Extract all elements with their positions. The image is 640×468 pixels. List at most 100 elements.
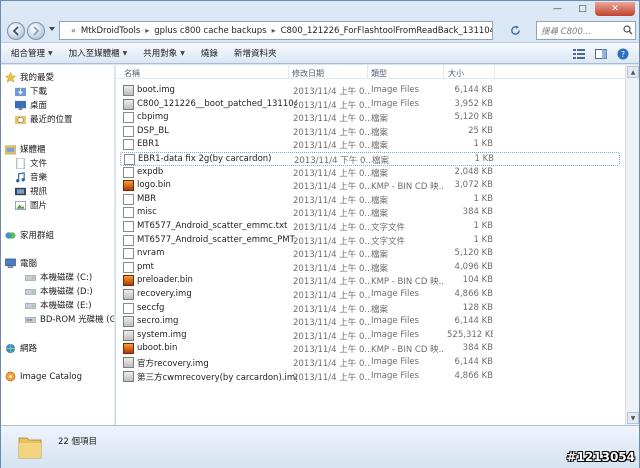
nav-pictures-label: 圖片 xyxy=(30,201,48,211)
nav-drive-d[interactable]: 本機磁碟 (D:) xyxy=(25,285,93,297)
nav-bd-rom[interactable]: BD-ROM 光碟機 (G: xyxy=(25,313,114,325)
file-row[interactable]: system.img 2013/11/4 上午 0... Image Files 52… xyxy=(120,329,620,343)
desktop-icon xyxy=(15,100,26,110)
breadcrumb-cache-backups[interactable]: gplus c800 cache backups xyxy=(154,26,266,36)
file-name: boot.img xyxy=(137,85,175,95)
breadcrumb-current-folder[interactable]: C800_121226_ForFlashtoolFromReadBack_131… xyxy=(281,26,492,36)
recent-places-icon xyxy=(15,115,26,124)
file-row[interactable]: logo.bin 2013/11/4 上午 0... KMP - BIN CD 映.… xyxy=(120,179,620,193)
recent-pages-dropdown-icon[interactable] xyxy=(48,26,56,32)
file-row[interactable]: MT6577_Android_scatter_emmc_PMT... 2013/1… xyxy=(120,234,620,248)
file-date-modified: 2013/11/4 上午 0... xyxy=(293,114,371,125)
vertical-scrollbar[interactable]: ▲ ▼ xyxy=(625,65,639,425)
column-date-modified[interactable]: 修改日期 xyxy=(292,68,324,79)
file-row[interactable]: nvram 2013/11/4 上午 0... 檔案 5,120 KB xyxy=(120,247,620,261)
close-button[interactable]: ✕ xyxy=(595,2,635,16)
maximize-button[interactable]: □ xyxy=(570,2,595,16)
nav-computer[interactable]: 電腦 xyxy=(5,257,37,269)
nav-drive-e[interactable]: 本機磁碟 (E:) xyxy=(25,299,92,311)
file-row[interactable]: expdb 2013/11/4 上午 0... 檔案 2,048 KB xyxy=(120,166,620,180)
file-row[interactable]: secro.img 2013/11/4 上午 0... Image Files 6,1… xyxy=(120,315,620,329)
star-icon xyxy=(5,71,16,83)
refresh-button[interactable] xyxy=(501,21,529,40)
forward-button[interactable] xyxy=(27,22,45,40)
file-row[interactable]: C800_121226__boot_patched_131104... 2013/… xyxy=(120,98,620,112)
nav-image-catalog[interactable]: Image Catalog xyxy=(5,371,82,382)
address-bar[interactable]: « MtkDroidTools ▸ gplus c800 cache backu… xyxy=(59,21,493,40)
address-overflow[interactable]: « xyxy=(71,26,76,35)
scroll-up-icon[interactable]: ▲ xyxy=(627,66,639,78)
nav-network[interactable]: 網路 xyxy=(5,342,37,354)
burn-button[interactable]: 燒錄 xyxy=(201,47,218,59)
file-row[interactable]: preloader.bin 2013/11/4 上午 0... KMP - BIN … xyxy=(120,274,620,288)
file-row[interactable]: misc 2013/11/4 上午 0... 檔案 384 KB xyxy=(120,206,620,220)
new-folder-button[interactable]: 新增資料夾 xyxy=(234,47,277,59)
column-divider[interactable] xyxy=(443,65,444,79)
nav-music[interactable]: 音樂 xyxy=(15,171,47,183)
breadcrumb-separator[interactable]: ▸ xyxy=(145,26,149,35)
file-row[interactable]: MBR 2013/11/4 上午 0... 檔案 1 KB xyxy=(120,193,620,207)
column-divider[interactable] xyxy=(494,65,495,79)
file-row[interactable]: pmt 2013/11/4 上午 0... 檔案 4,096 KB xyxy=(120,261,620,275)
nav-computer-label: 電腦 xyxy=(20,259,38,269)
file-size: 128 KB xyxy=(462,302,493,313)
file-row[interactable]: EBR1-data fix 2g(by carcardon) 2013/11/4 … xyxy=(120,152,620,166)
command-bar: 組合管理 ▼ 加入至媒體櫃 ▼ 共用對象 ▼ 燒錄 新增資料夾 ? xyxy=(1,42,639,64)
file-row[interactable]: 第三方cwmrecovery(by carcardon).img 2013/11/… xyxy=(120,370,620,384)
minimize-button[interactable]: — xyxy=(545,2,570,16)
file-name: 官方recovery.img xyxy=(137,359,209,369)
file-name: preloader.bin xyxy=(137,275,193,286)
nav-desktop[interactable]: 桌面 xyxy=(15,99,47,111)
nav-videos[interactable]: 視訊 xyxy=(15,185,47,197)
breadcrumb-mtkdroidtools[interactable]: MtkDroidTools xyxy=(81,26,140,36)
file-name: seccfg xyxy=(137,302,165,313)
nav-downloads[interactable]: 下載 xyxy=(15,85,47,97)
file-date-modified: 2013/11/4 上午 0... xyxy=(293,195,371,206)
image-file-icon xyxy=(123,98,134,110)
search-input[interactable]: 搜尋 C800... xyxy=(536,21,636,40)
file-name: misc xyxy=(137,207,157,218)
back-button[interactable] xyxy=(7,22,25,40)
share-with-menu[interactable]: 共用對象 ▼ xyxy=(143,47,185,59)
network-icon xyxy=(5,343,16,353)
generic-file-icon xyxy=(123,261,134,273)
nav-homegroup[interactable]: 家用群組 xyxy=(5,229,54,241)
include-in-library-label: 加入至媒體櫃 xyxy=(68,49,120,59)
column-name[interactable]: 名稱 xyxy=(124,68,140,79)
scroll-down-icon[interactable]: ▼ xyxy=(627,412,639,424)
nav-libraries[interactable]: 媒體櫃 xyxy=(5,143,46,155)
column-size[interactable]: 大小 xyxy=(448,68,464,79)
preview-pane-button[interactable] xyxy=(593,46,609,61)
nav-documents[interactable]: 文件 xyxy=(15,157,47,169)
nav-favorites[interactable]: 我的最愛 xyxy=(5,71,54,83)
file-row[interactable]: EBR1 2013/11/4 上午 0... 檔案 1 KB xyxy=(120,138,620,152)
file-size: 4,096 KB xyxy=(454,261,493,272)
file-row[interactable]: seccfg 2013/11/4 上午 0... 檔案 128 KB xyxy=(120,302,620,316)
file-date-modified: 2013/11/4 上午 0... xyxy=(293,141,371,152)
file-name: 第三方cwmrecovery(by carcardon).img xyxy=(137,372,297,383)
nav-pictures[interactable]: 圖片 xyxy=(15,199,47,211)
file-row[interactable]: cbpimg 2013/11/4 上午 0... 檔案 5,120 KB xyxy=(120,111,620,125)
generic-file-icon xyxy=(123,112,134,124)
help-button[interactable]: ? xyxy=(615,46,631,61)
breadcrumb-separator[interactable]: ▸ xyxy=(272,26,276,35)
change-view-button[interactable] xyxy=(571,46,587,61)
file-row[interactable]: boot.img 2013/11/4 上午 0... Image Files 6,14… xyxy=(120,84,620,98)
file-type: 檔案 xyxy=(371,195,389,206)
image-catalog-icon xyxy=(5,371,16,382)
column-divider[interactable] xyxy=(367,65,368,79)
include-in-library-menu[interactable]: 加入至媒體櫃 ▼ xyxy=(69,47,128,59)
column-divider[interactable] xyxy=(288,65,289,79)
file-row[interactable]: 官方recovery.img 2013/11/4 上午 0... Image Fil… xyxy=(120,356,620,370)
back-arrow-icon xyxy=(12,26,19,36)
file-date-modified: 2013/11/4 上午 0... xyxy=(293,236,371,247)
file-row[interactable]: recovery.img 2013/11/4 上午 0... Image Files… xyxy=(120,288,620,302)
file-row[interactable]: MT6577_Android_scatter_emmc.txt 2013/11/4… xyxy=(120,220,620,234)
column-type[interactable]: 類型 xyxy=(371,68,387,79)
file-row[interactable]: uboot.bin 2013/11/4 上午 0... KMP - BIN CD 映… xyxy=(120,342,620,356)
organize-menu[interactable]: 組合管理 ▼ xyxy=(11,47,53,59)
nav-recent-places[interactable]: 最近的位置 xyxy=(15,113,73,125)
nav-drive-c[interactable]: 本機磁碟 (C:) xyxy=(25,271,92,283)
file-date-modified: 2013/11/4 上午 0... xyxy=(293,223,371,233)
file-row[interactable]: DSP_BL 2013/11/4 上午 0... 檔案 25 KB xyxy=(120,125,620,139)
